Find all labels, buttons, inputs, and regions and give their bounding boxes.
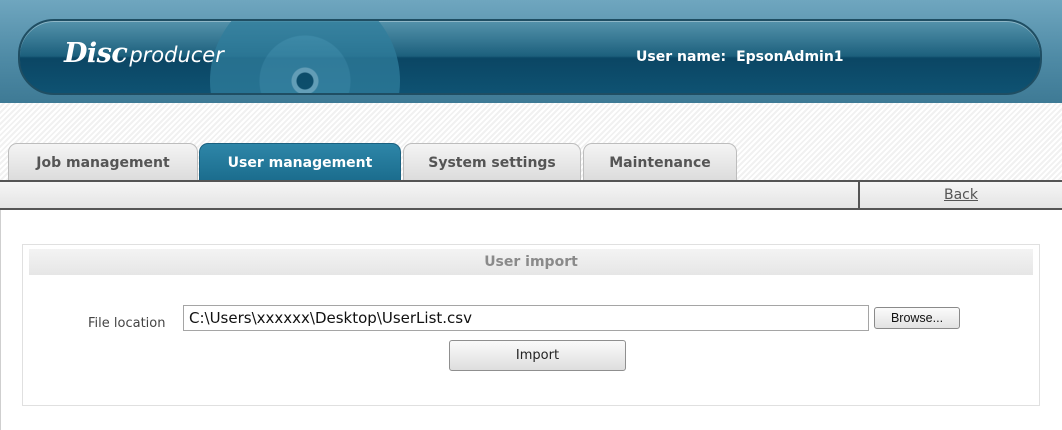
logo-disc-text: Disc — [64, 38, 128, 69]
browse-button[interactable]: Browse... — [874, 307, 960, 329]
user-name-label: User name: — [636, 49, 727, 65]
panel-title: User import — [29, 249, 1033, 275]
user-name-display: User name: EpsonAdmin1 — [636, 49, 844, 65]
file-location-input[interactable] — [183, 305, 869, 331]
tab-system-settings[interactable]: System settings — [403, 143, 581, 180]
toolbar: Back — [0, 180, 1062, 210]
tab-user-management[interactable]: User management — [199, 143, 401, 180]
disc-icon — [210, 21, 400, 93]
content-left-border — [0, 210, 1, 430]
tab-maintenance[interactable]: Maintenance — [583, 143, 737, 180]
tab-job-management[interactable]: Job management — [8, 143, 198, 180]
user-name-value: EpsonAdmin1 — [736, 49, 844, 65]
import-button[interactable]: Import — [449, 340, 626, 371]
disc-producer-logo: Discproducer — [64, 38, 224, 69]
app-header: Discproducer User name: EpsonAdmin1 — [0, 0, 1062, 103]
logo-producer-text: producer — [129, 43, 224, 67]
header-banner: Discproducer User name: EpsonAdmin1 — [18, 19, 1042, 95]
file-location-label: File location — [88, 316, 166, 331]
back-link[interactable]: Back — [860, 182, 1062, 208]
